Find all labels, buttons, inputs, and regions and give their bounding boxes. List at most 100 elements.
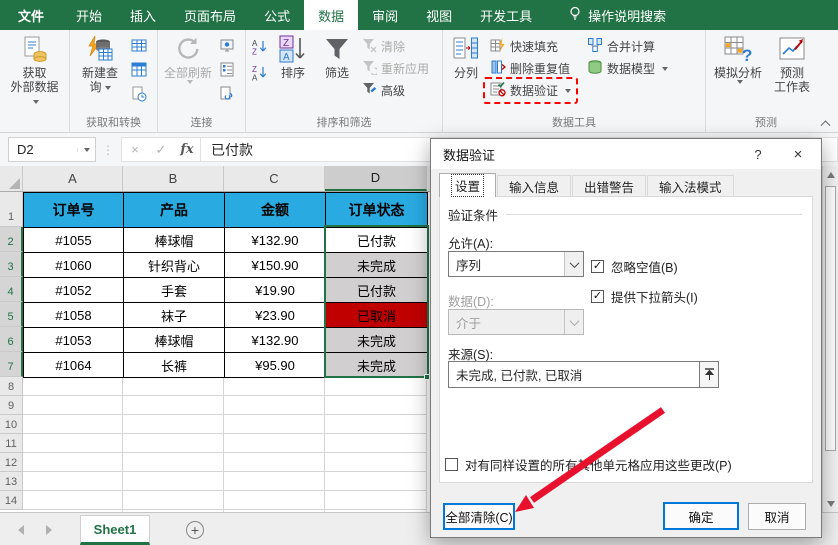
cell-a7[interactable]: #1064 [24, 353, 124, 378]
cell-b4[interactable]: 手套 [124, 278, 225, 303]
cell-c3[interactable]: ¥150.90 [225, 253, 326, 278]
tab-settings[interactable]: 设置 [439, 173, 497, 197]
cell-a6[interactable]: #1053 [24, 328, 124, 353]
column-header-c[interactable]: C [224, 166, 325, 191]
row-header[interactable]: 8 [0, 377, 23, 396]
cell-b7[interactable]: 长裤 [124, 353, 225, 378]
row-header[interactable]: 3 [0, 252, 23, 277]
table-header-cell[interactable]: 金额 [225, 193, 326, 228]
cell-d7[interactable]: 未完成 [326, 353, 428, 378]
ignore-blank-checkbox[interactable]: ✓ 忽略空值(B) [591, 257, 678, 276]
filter-button[interactable]: 筛选 [315, 34, 359, 80]
row-header[interactable]: 11 [0, 434, 23, 453]
row-header[interactable]: 14 [0, 491, 23, 510]
forecast-sheet-button[interactable]: 预测 工作表 [768, 34, 816, 94]
consolidate-button[interactable]: 合并计算 [584, 36, 671, 57]
row-header[interactable]: 6 [0, 327, 23, 352]
tab-file[interactable]: 文件 [0, 0, 62, 30]
vertical-scrollbar[interactable] [822, 166, 838, 512]
tab-insert[interactable]: 插入 [116, 0, 170, 30]
reapply-button[interactable]: 重新应用 [359, 58, 432, 79]
tab-formulas[interactable]: 公式 [250, 0, 304, 30]
tab-developer[interactable]: 开发工具 [466, 0, 546, 30]
row-header[interactable]: 7 [0, 352, 23, 377]
row-header[interactable]: 2 [0, 227, 23, 252]
insert-function-icon[interactable]: fx [174, 142, 200, 157]
sheet-tab-sheet1[interactable]: Sheet1 [80, 515, 150, 545]
close-button[interactable]: × [783, 143, 813, 165]
cell-d4[interactable]: 已付款 [326, 278, 428, 303]
cancel-button[interactable]: 取消 [748, 503, 806, 530]
advanced-filter-button[interactable]: 高级 [359, 80, 432, 101]
tab-data[interactable]: 数据 [304, 0, 359, 30]
in-cell-dropdown-checkbox[interactable]: ✓ 提供下拉箭头(I) [591, 287, 698, 306]
chevron-down-icon[interactable] [564, 252, 583, 276]
apply-all-checkbox[interactable]: 对有同样设置的所有其他单元格应用这些更改(P) [445, 455, 732, 474]
row-header[interactable]: 12 [0, 453, 23, 472]
sort-descending-icon[interactable]: ZA [251, 64, 268, 84]
edit-links-icon[interactable] [219, 86, 235, 104]
scroll-up-icon[interactable] [823, 166, 838, 183]
chevron-down-icon[interactable] [77, 147, 95, 152]
flash-fill-button[interactable]: 快速填充 [487, 36, 574, 57]
tab-home[interactable]: 开始 [62, 0, 116, 30]
cell-d6[interactable]: 未完成 [326, 328, 428, 353]
name-box[interactable]: D2 [8, 137, 96, 162]
tab-input-message[interactable]: 输入信息 [497, 175, 572, 197]
get-external-data-button[interactable]: 获取 外部数据 [7, 34, 63, 108]
allow-dropdown[interactable]: 序列 [448, 251, 584, 277]
cell-c6[interactable]: ¥132.90 [225, 328, 326, 353]
cell-a5[interactable]: #1058 [24, 303, 124, 328]
cell-a4[interactable]: #1052 [24, 278, 124, 303]
refresh-all-button[interactable]: 全部刷新 [160, 34, 216, 84]
confirm-entry-icon[interactable]: ✓ [148, 142, 174, 158]
select-all-corner[interactable] [0, 166, 23, 191]
help-button[interactable]: ? [743, 143, 773, 165]
data-validation-button[interactable]: 数据验证 [483, 77, 579, 104]
cell-b6[interactable]: 棒球帽 [124, 328, 225, 353]
cell-b2[interactable]: 棒球帽 [124, 228, 225, 253]
row-header[interactable]: 4 [0, 277, 23, 302]
tab-ime-mode[interactable]: 输入法模式 [647, 175, 734, 197]
collapse-dialog-button[interactable] [699, 361, 719, 388]
row-header[interactable]: 13 [0, 472, 23, 491]
source-input[interactable]: 未完成, 已付款, 已取消 [448, 361, 700, 388]
table-header-cell[interactable]: 订单状态 [326, 193, 428, 228]
cell-b3[interactable]: 针织背心 [124, 253, 225, 278]
prev-sheet-icon[interactable] [18, 525, 24, 535]
tab-page-layout[interactable]: 页面布局 [170, 0, 250, 30]
what-if-analysis-button[interactable]: ? 模拟分析 [708, 34, 768, 84]
cell-c2[interactable]: ¥132.90 [225, 228, 326, 253]
ok-button[interactable]: 确定 [663, 502, 739, 530]
tab-view[interactable]: 视图 [412, 0, 466, 30]
show-queries-icon[interactable] [131, 38, 147, 56]
cell-d2-active[interactable]: 已付款 [326, 228, 428, 253]
data-model-button[interactable]: 数据模型 [584, 58, 671, 79]
column-header-d[interactable]: D [325, 166, 427, 191]
next-sheet-icon[interactable] [46, 525, 52, 535]
cell-b5[interactable]: 袜子 [124, 303, 225, 328]
row-header[interactable]: 1 [0, 192, 23, 227]
cancel-entry-icon[interactable]: × [122, 142, 148, 157]
add-sheet-button[interactable]: + [186, 521, 204, 539]
scrollbar-thumb[interactable] [825, 186, 836, 451]
cell-c7[interactable]: ¥95.90 [225, 353, 326, 378]
from-table-icon[interactable] [131, 62, 147, 80]
tab-review[interactable]: 审阅 [358, 0, 412, 30]
column-header-a[interactable]: A [23, 166, 123, 191]
cell-a3[interactable]: #1060 [24, 253, 124, 278]
cell-d5-cancelled[interactable]: 已取消 [326, 303, 428, 328]
tell-me-search[interactable]: 操作说明搜索 [568, 0, 666, 30]
column-header-b[interactable]: B [123, 166, 224, 191]
cell-c4[interactable]: ¥19.90 [225, 278, 326, 303]
row-header[interactable]: 9 [0, 396, 23, 415]
cell-a2[interactable]: #1055 [24, 228, 124, 253]
clear-all-button[interactable]: 全部清除(C) [443, 503, 515, 530]
sort-ascending-icon[interactable]: AZ [251, 38, 268, 58]
recent-sources-icon[interactable] [131, 86, 147, 105]
text-to-columns-button[interactable]: 分列 [445, 34, 487, 80]
connections-icon[interactable] [219, 38, 235, 56]
row-header[interactable]: 5 [0, 302, 23, 327]
row-header[interactable]: 10 [0, 415, 23, 434]
new-query-button[interactable]: 新建查 询 [72, 34, 128, 94]
